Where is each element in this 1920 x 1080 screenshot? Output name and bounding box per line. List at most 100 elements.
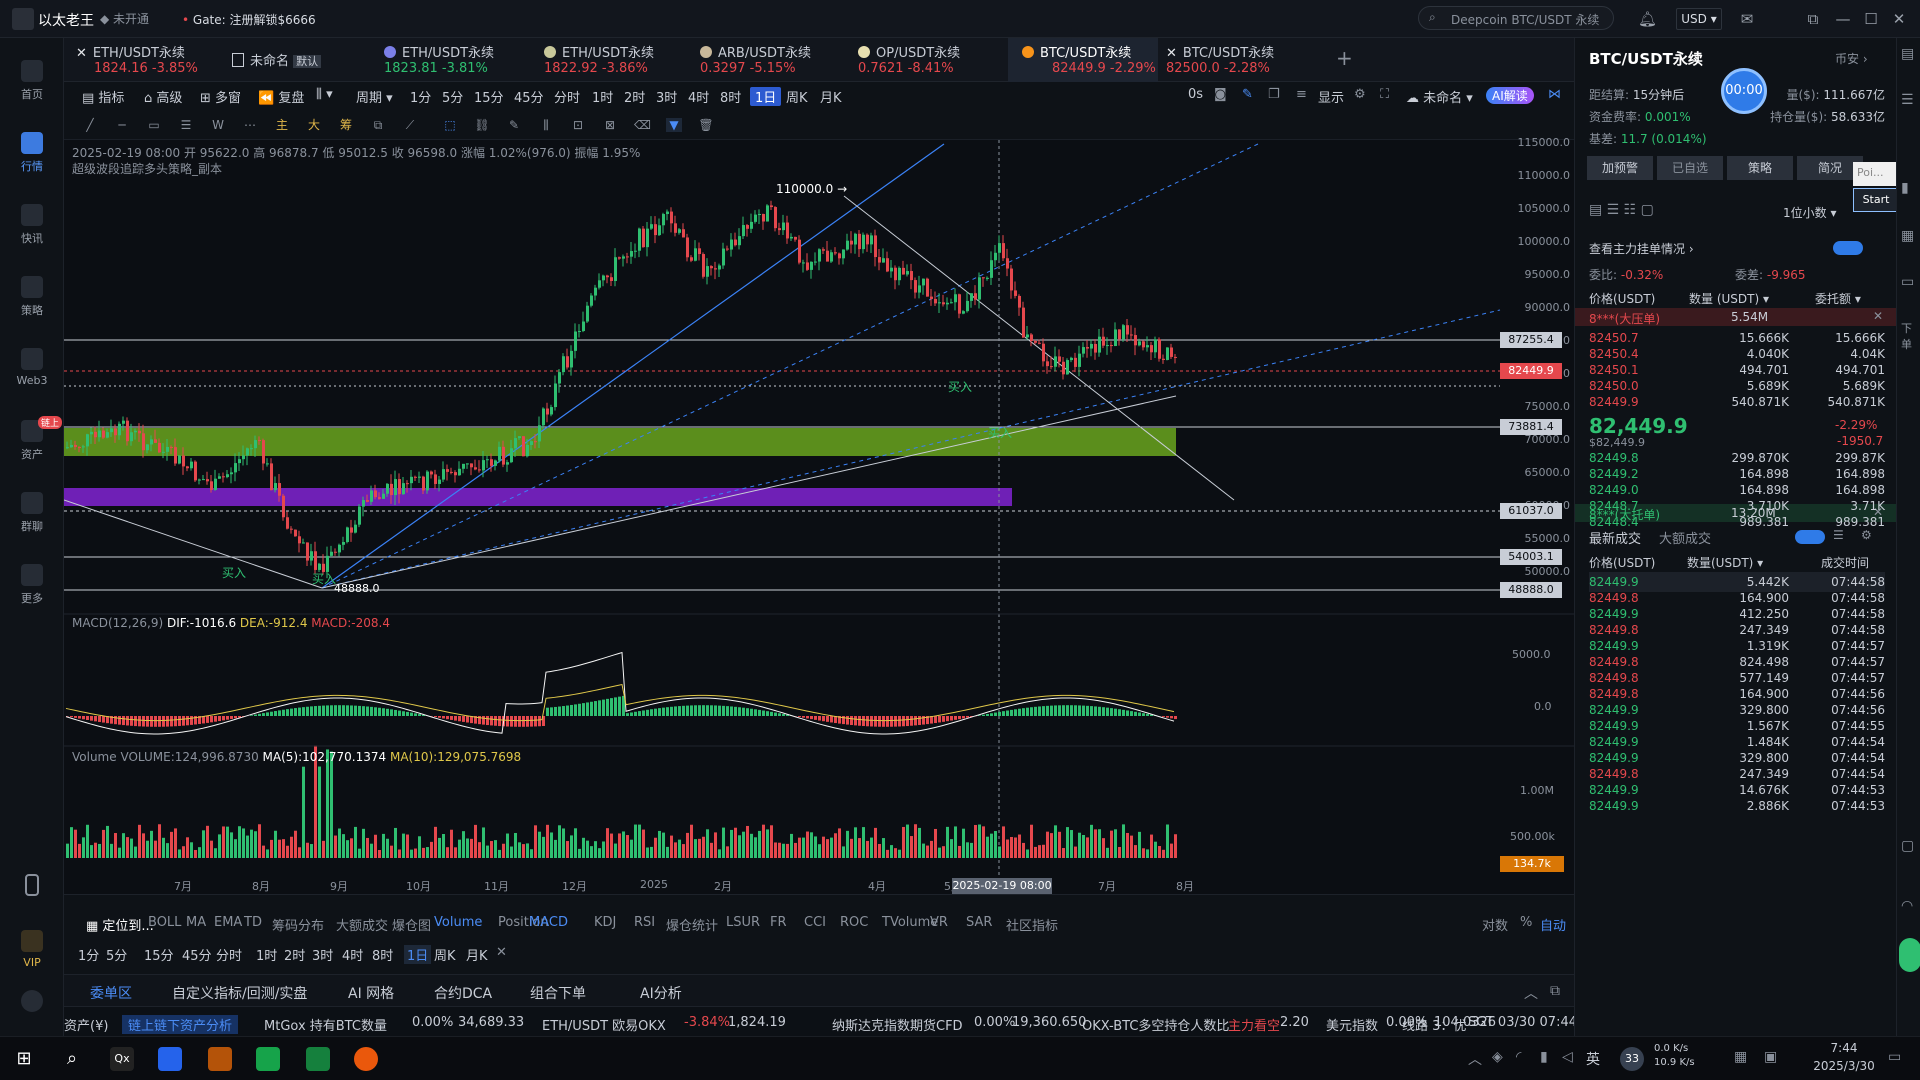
add-tab-icon[interactable]: + [1336,46,1353,70]
period-2h[interactable]: 2时 [624,87,645,106]
strategy-button[interactable]: 策略 [1727,156,1793,180]
app-tray-icon[interactable]: ▣ [1764,1049,1777,1065]
account-status-badge[interactable]: ◆ 未开通 [100,10,149,27]
currency-select[interactable]: USD ▾ [1676,8,1722,30]
bell-icon[interactable]: 🔔︎ [1638,10,1657,28]
indicator-14[interactable]: FR [770,915,787,930]
mail-icon[interactable]: ✉ [1738,10,1756,28]
promo-link[interactable]: • Gate: 注册解锁$6666 [182,11,316,28]
chart-canvas[interactable] [64,140,1574,894]
indicator-19[interactable]: SAR [966,915,992,930]
indicator-12[interactable]: 爆仓统计 [666,915,718,934]
line-tool-icon[interactable]: ╱ [82,118,98,132]
connection-line[interactable]: 线路 3：优 [1402,1015,1466,1034]
close-icon[interactable]: ✕ [496,945,507,960]
period-1m[interactable]: 1分 [410,87,431,106]
sidebar-item-more[interactable]: 更多 [0,564,64,606]
period-45m[interactable]: 45分 [514,87,544,106]
period-1d[interactable]: 1日 [750,87,782,106]
indicator-1[interactable]: MA [186,915,206,930]
tab-op[interactable]: OP/USDT永续 0.7621 -8.41% [858,38,1008,82]
avatar[interactable] [1899,938,1920,972]
calc-icon[interactable]: ▦ [1734,1049,1747,1065]
bottom-period-10[interactable]: 1日 [404,945,432,964]
layout-icon[interactable]: ▢ [1901,838,1914,854]
indicator-13[interactable]: LSUR [726,915,760,930]
channel-tool-icon[interactable]: ☰ [178,118,194,132]
order-book-row[interactable]: 82449.9 540.871K 540.871K [1589,392,1885,412]
search-icon[interactable]: ⌕ [60,1047,84,1071]
period-4h[interactable]: 4时 [688,87,709,106]
wechat-icon[interactable] [256,1047,280,1071]
eraser-tool-icon[interactable]: ⌫ [634,118,651,132]
panel-icon[interactable]: ▤ [1901,46,1914,62]
tab-eth-2[interactable]: ETH/USDT永续 1823.81 -3.81% [384,38,534,82]
bottom-period-6[interactable]: 2时 [284,945,305,964]
trades-toggle[interactable] [1795,530,1825,544]
bottom-period-0[interactable]: 1分 [78,945,99,964]
bottom-period-9[interactable]: 8时 [372,945,393,964]
tray-arrow-icon[interactable]: ︿ [1468,1049,1482,1069]
external-window-icon[interactable]: ⧉ [1804,10,1822,28]
headset-icon[interactable]: ◠ [1901,898,1913,914]
popup-input[interactable]: Poi... [1853,162,1899,186]
indicator-9[interactable]: MACD [529,915,568,930]
copy-icon[interactable]: ❐ [1268,87,1280,102]
indicator-11[interactable]: RSI [634,915,655,930]
indicator-18[interactable]: VR [930,915,948,930]
order-icon[interactable]: 下单 [1901,320,1920,352]
windows-start-icon[interactable]: ⊞ [12,1047,36,1071]
start-button[interactable]: Start [1853,188,1899,212]
bars-icon[interactable]: ▮ [1901,180,1909,196]
bottom-period-7[interactable]: 3时 [312,945,333,964]
close-icon[interactable]: ✕ [1873,309,1883,323]
bars-tool-icon[interactable]: ⫼ [538,118,554,132]
view-toggle-icons[interactable]: ▤ ☰ ☷ ▢ [1589,202,1654,218]
bottom-period-11[interactable]: 周K [434,945,456,964]
tab-ai-grid[interactable]: AI 网格 [348,983,394,1003]
sidebar-phone[interactable] [0,874,64,900]
firefox-icon[interactable] [354,1047,378,1071]
wallet-icon[interactable]: ▭ [1901,274,1914,290]
sidebar-item-vip[interactable]: VIP [0,930,64,969]
sidebar-item-web3[interactable]: Web3 [0,348,64,387]
sidebar-settings[interactable] [0,990,64,1016]
indicator-7[interactable]: Volume [434,915,482,930]
period-3h[interactable]: 3时 [656,87,677,106]
display-button[interactable]: 显示 [1318,87,1344,106]
bottom-period-12[interactable]: 月K [466,945,488,964]
favorited-button[interactable]: 已自选 [1657,156,1723,180]
add-alert-button[interactable]: 加预警 [1587,156,1653,180]
precision-select[interactable]: 1位小数 ▾ [1783,204,1836,221]
settings-icon[interactable]: ⚙ [1354,87,1366,102]
col-total[interactable]: 委托额 ▾ [1815,290,1861,307]
volume-icon[interactable]: ◁ [1562,1049,1573,1065]
tab-combo-order[interactable]: 组合下单 [530,983,586,1003]
indicator-4[interactable]: 筹码分布 [272,915,324,934]
wave-tool-icon[interactable]: W [210,118,226,132]
maximize-icon[interactable]: ☐ [1862,10,1880,28]
big-ask-row[interactable]: 8***(大压单) 5.54M ✕ [1575,308,1897,326]
bottom-period-3[interactable]: 45分 [182,945,212,964]
sidebar-item-news[interactable]: 快讯 [0,204,64,246]
rect-tool-icon[interactable]: ▭ [146,118,162,132]
order-book-row[interactable]: 82448.4 989.381 989.381 [1589,512,1885,532]
sidebar-item-assets[interactable]: 资产 链上 [0,416,64,462]
tab-arb[interactable]: ARB/USDT永续 0.3297 -5.15% [700,38,850,82]
ai-interpret-button[interactable]: AI解读 [1486,87,1534,104]
main-orders-link[interactable]: 查看主力挂单情况 › [1589,240,1694,257]
main-tool-icon[interactable]: 主 [274,118,290,132]
tab-eth-3[interactable]: ETH/USDT永续 1822.92 -3.86% [544,38,694,82]
app-icon-image[interactable] [208,1047,232,1071]
big-tool-icon[interactable]: 大 [306,118,322,132]
sidebar-item-strategy[interactable]: 策略 [0,276,64,318]
trash-icon[interactable]: 🗑︎ [698,118,714,132]
tab-layout[interactable]: 未命名 默认 [232,38,372,82]
candle-type-button[interactable]: ⫼ ▾ [316,87,333,102]
list-icon[interactable]: ☰ [1901,92,1914,108]
lock-tool-icon[interactable]: ⊡ [570,118,586,132]
filter-tool-icon[interactable]: ▼ [666,118,682,132]
chart-icon[interactable]: ▦ [1901,228,1914,244]
bottom-period-4[interactable]: 分时 [216,945,242,964]
trades-qty-header[interactable]: 数量(USDT) ▾ [1687,554,1763,571]
